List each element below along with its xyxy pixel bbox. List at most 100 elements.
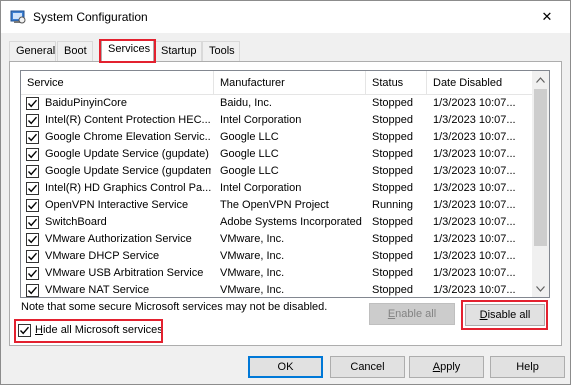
tab-general[interactable]: General bbox=[9, 41, 56, 61]
service-date-disabled: 1/3/2023 10:07... bbox=[433, 233, 516, 245]
hide-ms-label: Hide all Microsoft services bbox=[35, 324, 163, 336]
enable-all-label-post: nable all bbox=[395, 308, 437, 320]
service-row[interactable]: BaiduPinyinCore Baidu, Inc. Stopped 1/3/202… bbox=[21, 95, 532, 112]
service-row[interactable]: VMware DHCP Service VMware, Inc. Stopped 1/… bbox=[21, 248, 532, 265]
msconfig-app-icon bbox=[10, 9, 26, 25]
service-date-disabled: 1/3/2023 10:07... bbox=[433, 182, 516, 194]
service-name: Intel(R) Content Protection HEC... bbox=[45, 114, 211, 126]
system-configuration-window: System Configuration ✕ General Boot Serv… bbox=[0, 0, 571, 385]
close-icon: ✕ bbox=[541, 8, 553, 24]
service-name: BaiduPinyinCore bbox=[45, 97, 127, 109]
service-name: OpenVPN Interactive Service bbox=[45, 199, 189, 211]
service-manufacturer: VMware, Inc. bbox=[220, 233, 285, 245]
service-status: Stopped bbox=[372, 97, 413, 109]
checkmark-icon bbox=[27, 201, 38, 210]
checkmark-icon bbox=[27, 99, 38, 108]
service-date-disabled: 1/3/2023 10:07... bbox=[433, 97, 516, 109]
checkmark-icon bbox=[27, 269, 38, 278]
service-name: SwitchBoard bbox=[45, 216, 107, 228]
tab-boot[interactable]: Boot bbox=[57, 41, 93, 61]
window-title: System Configuration bbox=[33, 10, 148, 24]
checkmark-icon bbox=[27, 150, 38, 159]
service-manufacturer: Baidu, Inc. bbox=[220, 97, 272, 109]
service-status: Stopped bbox=[372, 165, 413, 177]
ok-button[interactable]: OK bbox=[248, 356, 323, 378]
tab-services[interactable]: Services bbox=[101, 39, 154, 62]
service-manufacturer: VMware, Inc. bbox=[220, 267, 285, 279]
service-checkbox[interactable] bbox=[26, 165, 39, 178]
checkmark-icon bbox=[27, 286, 38, 295]
column-header-status[interactable]: Status bbox=[366, 71, 427, 95]
checkmark-icon bbox=[27, 218, 38, 227]
apply-label-post: pply bbox=[440, 361, 461, 373]
vertical-scrollbar[interactable] bbox=[532, 71, 549, 297]
service-date-disabled: 1/3/2023 10:07... bbox=[433, 267, 516, 279]
service-checkbox[interactable] bbox=[26, 216, 39, 229]
service-manufacturer: The OpenVPN Project bbox=[220, 199, 329, 211]
close-button[interactable]: ✕ bbox=[524, 1, 570, 32]
service-row[interactable]: Intel(R) HD Graphics Control Pa... Intel … bbox=[21, 180, 532, 197]
service-manufacturer: Intel Corporation bbox=[220, 182, 302, 194]
service-name: Google Update Service (gupdatem) bbox=[45, 165, 211, 177]
service-name: VMware USB Arbitration Service bbox=[45, 267, 204, 279]
service-status: Stopped bbox=[372, 148, 413, 160]
cancel-button[interactable]: Cancel bbox=[330, 356, 405, 378]
service-name: Google Chrome Elevation Servic... bbox=[45, 131, 211, 143]
service-checkbox[interactable] bbox=[26, 233, 39, 246]
service-row[interactable]: VMware USB Arbitration Service VMware, In… bbox=[21, 265, 532, 282]
enable-all-button[interactable]: Enable all bbox=[369, 303, 455, 325]
service-status: Running bbox=[372, 199, 413, 211]
hide-ms-checkbox-box[interactable] bbox=[18, 324, 31, 337]
service-manufacturer: Intel Corporation bbox=[220, 114, 302, 126]
apply-button[interactable]: Apply bbox=[409, 356, 484, 378]
service-row[interactable]: OpenVPN Interactive Service The OpenVPN P… bbox=[21, 197, 532, 214]
scrollbar-thumb[interactable] bbox=[534, 89, 547, 246]
service-checkbox[interactable] bbox=[26, 182, 39, 195]
service-row[interactable]: VMware NAT Service VMware, Inc. Stopped 1/3… bbox=[21, 282, 532, 297]
service-row[interactable]: SwitchBoard Adobe Systems Incorporated Sto… bbox=[21, 214, 532, 231]
service-checkbox[interactable] bbox=[26, 148, 39, 161]
service-checkbox[interactable] bbox=[26, 267, 39, 280]
service-manufacturer: VMware, Inc. bbox=[220, 250, 285, 262]
column-header-manufacturer[interactable]: Manufacturer bbox=[214, 71, 366, 95]
scroll-down-arrow-icon[interactable] bbox=[532, 280, 549, 297]
column-header-date-disabled[interactable]: Date Disabled bbox=[427, 71, 532, 95]
tab-startup[interactable]: Startup bbox=[154, 41, 202, 61]
enable-all-accel: E bbox=[387, 308, 396, 320]
column-header-service[interactable]: Service bbox=[21, 71, 214, 95]
disable-all-label-post: isable all bbox=[487, 309, 531, 321]
service-date-disabled: 1/3/2023 10:07... bbox=[433, 250, 516, 262]
service-date-disabled: 1/3/2023 10:07... bbox=[433, 114, 516, 126]
service-date-disabled: 1/3/2023 10:07... bbox=[433, 165, 516, 177]
service-row[interactable]: Google Chrome Elevation Servic... Google … bbox=[21, 129, 532, 146]
service-row[interactable]: VMware Authorization Service VMware, Inc.… bbox=[21, 231, 532, 248]
service-manufacturer: Google LLC bbox=[220, 131, 279, 143]
service-row[interactable]: Google Update Service (gupdate) Google LL… bbox=[21, 146, 532, 163]
service-checkbox[interactable] bbox=[26, 97, 39, 110]
disable-all-accel: D bbox=[479, 309, 488, 321]
service-status: Stopped bbox=[372, 284, 413, 296]
service-checkbox[interactable] bbox=[26, 284, 39, 297]
service-name: VMware NAT Service bbox=[45, 284, 150, 296]
checkmark-icon bbox=[27, 252, 38, 261]
service-checkbox[interactable] bbox=[26, 131, 39, 144]
service-checkbox[interactable] bbox=[26, 250, 39, 263]
help-button[interactable]: Help bbox=[490, 356, 565, 378]
service-row[interactable]: Google Update Service (gupdatem) Google L… bbox=[21, 163, 532, 180]
scroll-up-arrow-icon[interactable] bbox=[532, 71, 549, 88]
tab-tools[interactable]: Tools bbox=[202, 41, 240, 61]
service-checkbox[interactable] bbox=[26, 199, 39, 212]
checkmark-icon bbox=[27, 133, 38, 142]
service-status: Stopped bbox=[372, 267, 413, 279]
service-row[interactable]: Intel(R) Content Protection HEC... Intel … bbox=[21, 112, 532, 129]
hide-ms-accel: H bbox=[35, 324, 43, 336]
services-list: Service Manufacturer Status Date Disable… bbox=[20, 70, 550, 298]
service-status: Stopped bbox=[372, 250, 413, 262]
service-date-disabled: 1/3/2023 10:07... bbox=[433, 148, 516, 160]
checkmark-icon bbox=[27, 167, 38, 176]
service-manufacturer: VMware, Inc. bbox=[220, 284, 285, 296]
service-checkbox[interactable] bbox=[26, 114, 39, 127]
service-manufacturer: Google LLC bbox=[220, 148, 279, 160]
apply-accel: A bbox=[432, 361, 441, 373]
disable-all-button[interactable]: Disable all bbox=[465, 304, 545, 326]
